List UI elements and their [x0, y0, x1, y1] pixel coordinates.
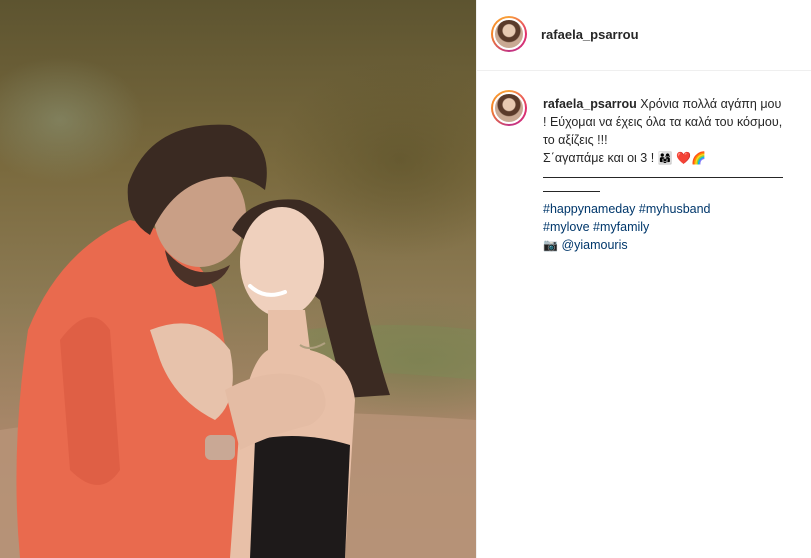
header-username[interactable]: rafaela_psarrou [541, 27, 639, 42]
avatar[interactable] [493, 18, 525, 50]
hashtag-link[interactable]: #myfamily [593, 220, 649, 234]
photo-illustration [0, 124, 476, 558]
divider-line-short [543, 191, 600, 192]
divider-line [543, 177, 783, 178]
caption-line2: Σ΄αγαπάμε και οι 3 ! [543, 151, 655, 165]
post-photo[interactable] [0, 0, 476, 558]
mention-link[interactable]: @yiamouris [561, 238, 627, 252]
caption-avatar-ring[interactable] [491, 90, 527, 126]
hashtag-link[interactable]: #myhusband [639, 202, 711, 216]
hashtag-link[interactable]: #mylove [543, 220, 590, 234]
caption-text: rafaela_psarrou Χρόνια πολλά αγάπη μου !… [543, 95, 783, 149]
caption-line2-row: Σ΄αγαπάμε και οι 3 ! 👨‍👩‍👧 ❤️🌈 [543, 149, 783, 167]
hashtags: #happynameday #myhusband #mylove #myfami… [543, 200, 783, 254]
rainbow-emoji: 🌈 [691, 151, 707, 165]
camera-icon: 📷 [543, 238, 558, 252]
heart-emoji: ❤️ [676, 151, 692, 165]
post-header: rafaela_psarrou [477, 0, 811, 71]
hashtag-link[interactable]: #happynameday [543, 202, 635, 216]
post-details-panel: rafaela_psarrou rafaela_psarrou Χρόνια π… [476, 0, 811, 558]
header-avatar-ring[interactable] [491, 16, 527, 52]
caption-avatar[interactable] [493, 92, 525, 124]
caption-username[interactable]: rafaela_psarrou [543, 97, 637, 111]
caption-body: rafaela_psarrou Χρόνια πολλά αγάπη μου !… [543, 95, 783, 254]
family-emoji: 👨‍👩‍👧 [657, 151, 673, 165]
